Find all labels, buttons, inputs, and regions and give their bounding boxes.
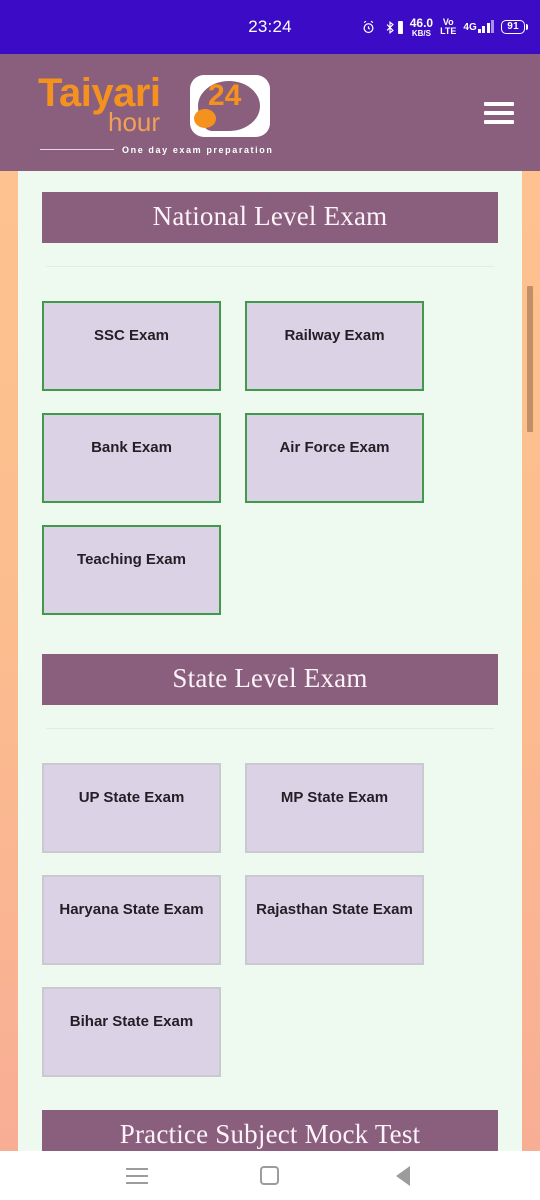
exam-card-rajasthan-state[interactable]: Rajasthan State Exam: [245, 875, 424, 965]
exam-card-up-state[interactable]: UP State Exam: [42, 763, 221, 853]
network-type-label: 4G: [463, 22, 477, 33]
exam-card-label: Bank Exam: [91, 439, 172, 456]
battery-tip: [526, 24, 528, 30]
exam-card-ssc[interactable]: SSC Exam: [42, 301, 221, 391]
android-navigation-bar: [0, 1151, 540, 1200]
exam-card-label: Haryana State Exam: [59, 901, 204, 918]
card-grid-state: UP State Exam MP State Exam Haryana Stat…: [42, 729, 498, 1077]
recents-menu-icon[interactable]: [107, 1156, 167, 1196]
exam-card-label: Bihar State Exam: [69, 1013, 194, 1030]
status-bar: 23:24 46.0 KB/S Vo LTE 4G 91: [0, 0, 540, 54]
page-scrollbar[interactable]: [527, 171, 533, 1151]
exam-card-mp-state[interactable]: MP State Exam: [245, 763, 424, 853]
signal-strength-icon: 4G: [463, 20, 495, 33]
logo-badge-number: 24: [208, 78, 242, 112]
volte-icon: Vo LTE: [440, 18, 456, 36]
section-title-practice: Practice Subject Mock Test: [42, 1110, 498, 1151]
network-speed-value: 46.0: [409, 15, 434, 30]
logo-tagline-row: One day exam preparation: [40, 145, 290, 155]
section-title-state: State Level Exam: [42, 654, 498, 705]
exam-card-teaching[interactable]: Teaching Exam: [42, 525, 221, 615]
exam-card-label: Rajasthan State Exam: [256, 901, 413, 918]
battery-icon: 91: [501, 20, 528, 34]
scrollbar-thumb[interactable]: [527, 286, 533, 432]
network-speed-indicator: 46.0 KB/S: [410, 17, 433, 38]
exam-card-label: Teaching Exam: [77, 551, 186, 568]
exam-card-label: Air Force Exam: [279, 439, 390, 456]
exam-card-air-force[interactable]: Air Force Exam: [245, 413, 424, 503]
exam-card-bank[interactable]: Bank Exam: [42, 413, 221, 503]
logo-brand-sub: hour: [108, 106, 161, 137]
exam-card-bihar-state[interactable]: Bihar State Exam: [42, 987, 221, 1077]
page-body: National Level Exam SSC Exam Railway Exa…: [0, 171, 540, 1151]
exam-card-label: Railway Exam: [284, 327, 385, 344]
alarm-clock-icon: [361, 20, 376, 35]
status-icons: 46.0 KB/S Vo LTE 4G 91: [361, 17, 528, 38]
volte-line-2: LTE: [440, 26, 457, 36]
battery-percent-label: 91: [501, 20, 525, 34]
section-title-national: National Level Exam: [42, 192, 498, 243]
app-header: Taiyari hour 24 One day exam preparation: [0, 54, 540, 171]
exam-card-haryana-state[interactable]: Haryana State Exam: [42, 875, 221, 965]
back-triangle-icon[interactable]: [373, 1156, 433, 1196]
phone-screen: 23:24 46.0 KB/S Vo LTE 4G 91 Taiyari hou…: [0, 0, 540, 1200]
app-logo[interactable]: Taiyari hour 24 One day exam preparation: [38, 65, 290, 161]
exam-card-railway[interactable]: Railway Exam: [245, 301, 424, 391]
home-square-icon[interactable]: [240, 1156, 300, 1196]
exam-card-label: UP State Exam: [78, 789, 185, 806]
content-scroll-area[interactable]: National Level Exam SSC Exam Railway Exa…: [18, 171, 522, 1151]
logo-rule: [40, 149, 114, 150]
network-speed-unit: KB/S: [411, 28, 431, 38]
logo-24-badge: 24: [190, 74, 270, 137]
signal-bars: [477, 20, 495, 33]
hamburger-menu-icon[interactable]: [484, 101, 514, 124]
exam-card-label: SSC Exam: [93, 327, 170, 344]
logo-tagline: One day exam preparation: [122, 144, 274, 155]
bluetooth-icon: [383, 20, 403, 35]
exam-card-label: MP State Exam: [280, 789, 389, 806]
card-grid-national: SSC Exam Railway Exam Bank Exam Air Forc…: [42, 267, 498, 615]
